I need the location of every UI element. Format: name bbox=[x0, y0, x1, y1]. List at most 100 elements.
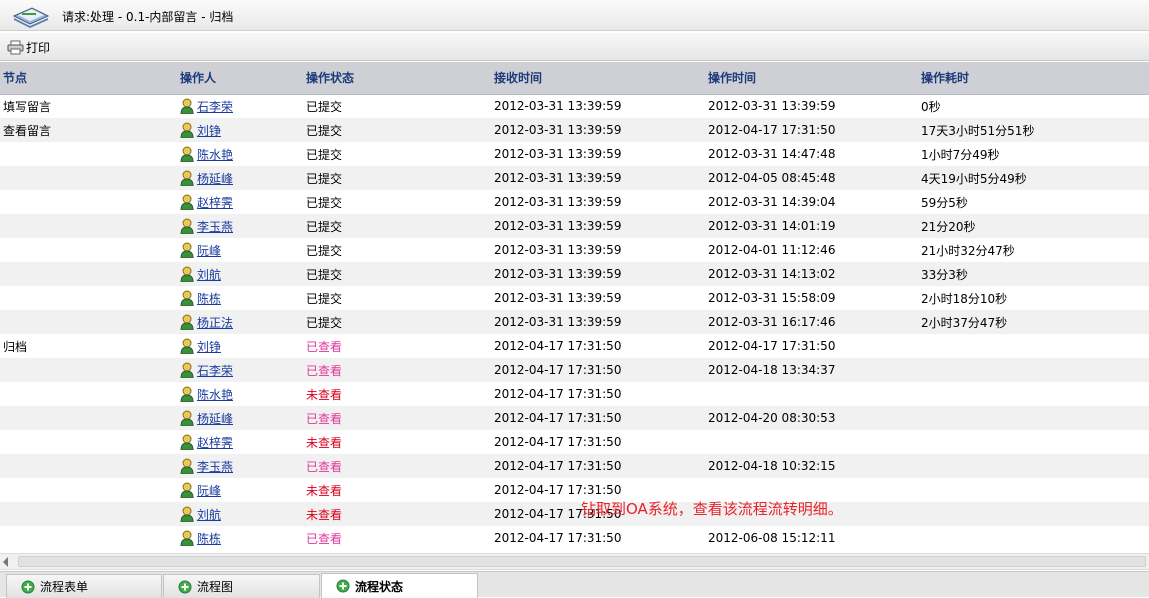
operator-link[interactable]: 刘铮 bbox=[197, 340, 221, 354]
print-button[interactable]: 打印 bbox=[7, 38, 50, 56]
operator-cell: 刘铮 bbox=[177, 118, 303, 142]
user-icon bbox=[180, 386, 194, 402]
received-time-cell: 2012-03-31 13:39:59 bbox=[494, 291, 622, 305]
column-header-status[interactable]: 操作状态 bbox=[303, 62, 491, 95]
status-cell: 已提交 bbox=[303, 190, 491, 214]
node-cell bbox=[0, 310, 177, 334]
node-cell bbox=[0, 214, 177, 238]
received-time-cell: 2012-04-17 17:31:50 bbox=[491, 406, 705, 430]
received-time-cell: 2012-03-31 13:39:59 bbox=[491, 310, 705, 334]
node-cell: 查看留言 bbox=[0, 118, 177, 142]
operated-time-cell: 2012-03-31 14:13:02 bbox=[705, 262, 918, 286]
column-header-received-time[interactable]: 接收时间 bbox=[491, 62, 705, 95]
operator-link[interactable]: 石李荣 bbox=[197, 364, 233, 378]
operated-time-cell: 2012-04-17 17:31:50 bbox=[708, 339, 836, 353]
operator-cell: 杨延峰 bbox=[177, 406, 303, 430]
tab-flow-form[interactable]: 流程表单 bbox=[6, 574, 162, 598]
column-header-duration[interactable]: 操作耗时 bbox=[918, 62, 1149, 95]
table-header-row: 节点 操作人 操作状态 接收时间 操作时间 操作耗时 bbox=[0, 62, 1149, 95]
user-icon bbox=[180, 146, 194, 162]
status-cell: 未查看 bbox=[303, 430, 491, 454]
operator-link[interactable]: 陈水艳 bbox=[197, 148, 233, 162]
operator-cell: 李玉燕 bbox=[177, 454, 303, 478]
received-time-cell: 2012-04-17 17:31:50 bbox=[491, 358, 705, 382]
operator-link[interactable]: 陈栋 bbox=[197, 292, 221, 306]
operator-link[interactable]: 李玉燕 bbox=[197, 460, 233, 474]
horizontal-scrollbar[interactable] bbox=[0, 553, 1149, 570]
table-row: 陈栋 已查看 2012-04-17 17:31:50 2012-06-08 15:12… bbox=[0, 526, 1149, 550]
node-cell bbox=[0, 166, 177, 190]
table-row: 归档 刘铮 已查看 2012-04-17 17:31:50 2012-04-17 17:… bbox=[0, 334, 1149, 358]
tab-flow-status[interactable]: 流程状态 bbox=[321, 573, 478, 598]
operator-link[interactable]: 阮峰 bbox=[197, 244, 221, 258]
column-header-node[interactable]: 节点 bbox=[0, 62, 177, 95]
user-icon bbox=[180, 242, 194, 258]
status-text: 未查看 bbox=[306, 387, 343, 402]
operator-link[interactable]: 刘航 bbox=[197, 268, 221, 282]
node-cell bbox=[0, 238, 177, 262]
operated-time-cell: 2012-04-20 08:30:53 bbox=[705, 406, 918, 430]
received-time-cell: 2012-03-31 13:39:59 bbox=[491, 118, 705, 142]
operated-time-cell: 2012-03-31 14:01:19 bbox=[705, 214, 918, 238]
operator-link[interactable]: 陈栋 bbox=[197, 532, 221, 546]
operator-link[interactable]: 赵梓霁 bbox=[197, 196, 233, 210]
table-row: 填写留言 石李荣 已提交 2012-03-31 13:39:59 2012-03-31 … bbox=[0, 94, 1149, 118]
node-cell: 填写留言 bbox=[3, 99, 52, 114]
user-icon bbox=[180, 338, 194, 354]
column-header-operator[interactable]: 操作人 bbox=[177, 62, 303, 95]
window-title: 请求:处理 - 0.1-内部留言 - 归档 bbox=[62, 10, 234, 24]
operator-link[interactable]: 石李荣 bbox=[197, 100, 233, 114]
status-cell: 已提交 bbox=[303, 94, 491, 118]
table-row: 李玉燕 已查看 2012-04-17 17:31:50 2012-04-18 10:3… bbox=[0, 454, 1149, 478]
operator-link[interactable]: 刘航 bbox=[197, 508, 221, 522]
node-cell bbox=[0, 502, 177, 526]
duration-cell bbox=[918, 358, 1149, 382]
status-text: 已提交 bbox=[306, 219, 343, 234]
operator-link[interactable]: 陈水艳 bbox=[197, 388, 233, 402]
status-text: 已提交 bbox=[306, 99, 343, 114]
duration-cell bbox=[918, 406, 1149, 430]
operator-link[interactable]: 李玉燕 bbox=[197, 220, 233, 234]
status-cell: 已查看 bbox=[303, 334, 491, 358]
user-icon bbox=[180, 410, 194, 426]
operator-link[interactable]: 杨延峰 bbox=[197, 172, 233, 186]
operator-cell: 陈水艳 bbox=[177, 142, 303, 166]
operator-link[interactable]: 杨延峰 bbox=[197, 412, 233, 426]
status-text: 已提交 bbox=[306, 243, 343, 258]
status-cell: 已提交 bbox=[303, 166, 491, 190]
duration-cell bbox=[918, 526, 1149, 550]
column-header-operated-time[interactable]: 操作时间 bbox=[705, 62, 918, 95]
operator-cell: 赵梓霁 bbox=[177, 190, 303, 214]
duration-cell: 17天3小时51分51秒 bbox=[918, 118, 1149, 142]
status-text: 已查看 bbox=[306, 339, 343, 354]
received-time-cell: 2012-04-17 17:31:50 bbox=[494, 339, 622, 353]
operator-link[interactable]: 阮峰 bbox=[197, 484, 221, 498]
table-row: 查看留言 刘铮 已提交 2012-03-31 13:39:59 2012-04-17 1… bbox=[0, 118, 1149, 142]
duration-cell bbox=[918, 334, 1149, 358]
table-row: 赵梓霁 已提交 2012-03-31 13:39:59 2012-03-31 14:3… bbox=[0, 190, 1149, 214]
operated-time-cell bbox=[705, 430, 918, 454]
user-icon bbox=[180, 434, 194, 450]
node-cell bbox=[0, 526, 177, 550]
user-icon bbox=[180, 122, 194, 138]
status-cell: 已查看 bbox=[303, 406, 491, 430]
duration-cell bbox=[918, 382, 1149, 406]
user-icon bbox=[180, 482, 194, 498]
scroll-left-arrow-icon[interactable] bbox=[3, 557, 8, 567]
duration-cell: 59分5秒 bbox=[921, 195, 968, 210]
operator-link[interactable]: 赵梓霁 bbox=[197, 436, 233, 450]
operated-time-cell: 2012-03-31 13:39:59 bbox=[708, 99, 836, 114]
status-cell: 已提交 bbox=[303, 118, 491, 142]
operator-link[interactable]: 刘铮 bbox=[197, 124, 221, 138]
tab-label: 流程表单 bbox=[40, 580, 89, 594]
table-row: 赵梓霁 未查看 2012-04-17 17:31:50 bbox=[0, 430, 1149, 454]
duration-cell bbox=[918, 478, 1149, 502]
tab-flow-chart[interactable]: 流程图 bbox=[163, 574, 320, 598]
status-cell: 已提交 bbox=[303, 142, 491, 166]
plus-circle-icon bbox=[178, 580, 192, 593]
operator-link[interactable]: 杨正法 bbox=[197, 316, 233, 330]
user-icon bbox=[180, 362, 194, 378]
status-cell: 已提交 bbox=[303, 286, 491, 310]
operator-cell: 刘航 bbox=[177, 502, 303, 526]
scrollbar-thumb[interactable] bbox=[18, 556, 1146, 567]
